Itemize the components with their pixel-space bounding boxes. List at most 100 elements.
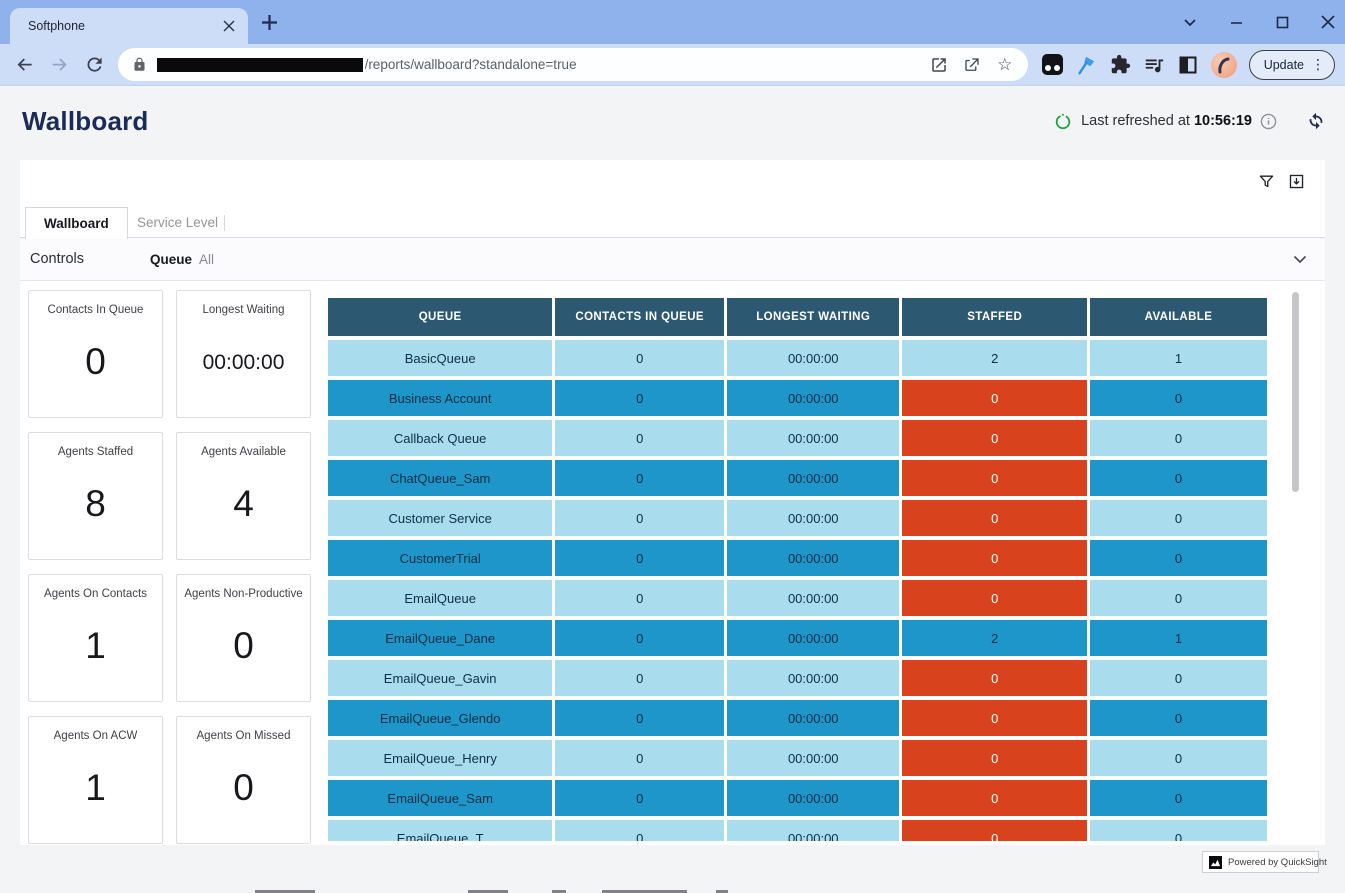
back-button[interactable] <box>14 54 35 76</box>
table-row: Customer Service000:00:0000 <box>328 500 1267 536</box>
refresh-button[interactable] <box>1305 110 1327 132</box>
kpi-value: 00:00:00 <box>177 351 310 375</box>
table-row: EmailQueue_Dane000:00:0021 <box>328 620 1267 656</box>
filter-icon[interactable] <box>1258 173 1275 190</box>
tab-search-chevron-icon[interactable] <box>1181 13 1199 31</box>
cell-longest-waiting: 00:00:00 <box>727 460 899 496</box>
queue-filter-label: Queue <box>150 252 192 267</box>
column-header: CONTACTS IN QUEUE <box>555 298 724 336</box>
cell-queue: Business Account <box>328 380 552 416</box>
table-row: EmailQueue_Glendo000:00:0000 <box>328 700 1267 736</box>
cell-contacts-in-queue: 0 <box>555 700 724 736</box>
kpi-label: Agents Staffed <box>33 446 158 458</box>
window-minimize-button[interactable] <box>1227 13 1245 31</box>
url-bar[interactable]: /reports/wallboard?standalone=true ☆ <box>118 48 1028 81</box>
cell-longest-waiting: 00:00:00 <box>727 420 899 456</box>
queue-music-icon[interactable] <box>1143 53 1166 76</box>
contrast-icon[interactable] <box>1177 53 1200 76</box>
bookmark-star-icon[interactable]: ☆ <box>996 56 1014 74</box>
extensions-puzzle-icon[interactable] <box>1109 53 1132 76</box>
window-close-button[interactable] <box>1319 13 1337 31</box>
dashboard-panel: Wallboard Service Level Controls Queue A… <box>20 160 1325 845</box>
profile-avatar[interactable] <box>1211 52 1237 78</box>
queue-filter-value[interactable]: All <box>199 252 214 267</box>
auto-refresh-timer-icon <box>1054 112 1072 130</box>
browser-toolbar: /reports/wallboard?standalone=true ☆ Upd… <box>0 44 1345 86</box>
kpi-value: 0 <box>177 625 310 667</box>
browser-tab[interactable]: Softphone <box>10 8 248 44</box>
cell-available: 0 <box>1090 660 1267 696</box>
browser-update-button[interactable]: Update ⋮ <box>1249 50 1335 80</box>
info-icon[interactable] <box>1260 113 1277 130</box>
kpi-card: Longest Waiting 00:00:00 <box>176 290 311 418</box>
column-header: AVAILABLE <box>1090 298 1267 336</box>
lock-icon[interactable] <box>132 57 147 72</box>
kpi-value: 1 <box>29 625 162 667</box>
cell-contacts-in-queue: 0 <box>555 620 724 656</box>
kpi-value: 0 <box>177 767 310 809</box>
share-icon[interactable] <box>963 56 981 74</box>
tab-close-icon[interactable] <box>220 17 238 35</box>
table-scrollbar[interactable] <box>1292 288 1300 843</box>
cell-contacts-in-queue: 0 <box>555 420 724 456</box>
url-path-text: /reports/wallboard?standalone=true <box>365 57 915 72</box>
cell-staffed: 0 <box>902 780 1086 816</box>
cell-queue: EmailQueue_T <box>328 820 552 841</box>
cell-queue: BasicQueue <box>328 340 552 376</box>
table-body: BasicQueue000:00:0021Business Account000… <box>328 340 1267 841</box>
queue-table: QUEUECONTACTS IN QUEUELONGEST WAITINGSTA… <box>325 294 1270 841</box>
cell-available: 0 <box>1090 420 1267 456</box>
table-row: EmailQueue_Henry000:00:0000 <box>328 740 1267 776</box>
url-redaction-bar <box>157 58 363 72</box>
cell-queue: Customer Service <box>328 500 552 536</box>
cell-longest-waiting: 00:00:00 <box>727 540 899 576</box>
cell-queue: CustomerTrial <box>328 540 552 576</box>
cell-longest-waiting: 00:00:00 <box>727 700 899 736</box>
cell-staffed: 0 <box>902 740 1086 776</box>
taskbar-sliver <box>0 889 1345 893</box>
kpi-card: Agents Non-Productive 0 <box>176 574 311 702</box>
cell-contacts-in-queue: 0 <box>555 340 724 376</box>
cell-longest-waiting: 00:00:00 <box>727 580 899 616</box>
cell-longest-waiting: 00:00:00 <box>727 340 899 376</box>
browser-tab-strip: Softphone <box>0 0 1345 44</box>
tab-title: Softphone <box>28 19 220 33</box>
cell-staffed: 0 <box>902 380 1086 416</box>
browser-menu-kebab-icon[interactable]: ⋮ <box>1310 56 1326 74</box>
reload-button[interactable] <box>84 54 105 76</box>
quicksight-badge[interactable]: Powered by QuickSight <box>1202 851 1319 873</box>
cell-queue: EmailQueue_Henry <box>328 740 552 776</box>
controls-collapse-chevron-icon[interactable] <box>1291 250 1309 268</box>
kpi-label: Agents Non-Productive <box>181 588 306 600</box>
cell-contacts-in-queue: 0 <box>555 460 724 496</box>
extension-dark-square-icon[interactable] <box>1041 53 1064 76</box>
cell-available: 0 <box>1090 540 1267 576</box>
cell-longest-waiting: 00:00:00 <box>727 660 899 696</box>
cell-available: 1 <box>1090 620 1267 656</box>
new-tab-button[interactable] <box>260 13 279 32</box>
kpi-card: Agents On ACW 1 <box>28 716 163 844</box>
window-maximize-button[interactable] <box>1273 13 1291 31</box>
tab-service-level[interactable]: Service Level <box>119 207 236 238</box>
cell-longest-waiting: 00:00:00 <box>727 740 899 776</box>
kpi-card: Contacts In Queue 0 <box>28 290 163 418</box>
tab-wallboard[interactable]: Wallboard <box>25 207 128 239</box>
cell-staffed: 0 <box>902 460 1086 496</box>
cell-staffed: 2 <box>902 620 1086 656</box>
extension-axe-icon[interactable] <box>1075 53 1098 76</box>
forward-button[interactable] <box>49 54 70 76</box>
last-refreshed-text: Last refreshed at 10:56:19 <box>1081 113 1252 129</box>
cell-queue: Callback Queue <box>328 420 552 456</box>
open-in-new-icon[interactable] <box>930 56 948 74</box>
cell-staffed: 0 <box>902 540 1086 576</box>
cell-available: 0 <box>1090 580 1267 616</box>
tab-separator <box>224 215 225 231</box>
export-icon[interactable] <box>1288 173 1305 190</box>
scrollbar-thumb[interactable] <box>1292 292 1299 492</box>
kpi-value: 4 <box>177 483 310 525</box>
sheet-tab-bar: Wallboard Service Level <box>20 207 1325 238</box>
cell-available: 0 <box>1090 700 1267 736</box>
cell-longest-waiting: 00:00:00 <box>727 780 899 816</box>
kpi-label: Agents Available <box>181 446 306 458</box>
kpi-card: Agents Available 4 <box>176 432 311 560</box>
